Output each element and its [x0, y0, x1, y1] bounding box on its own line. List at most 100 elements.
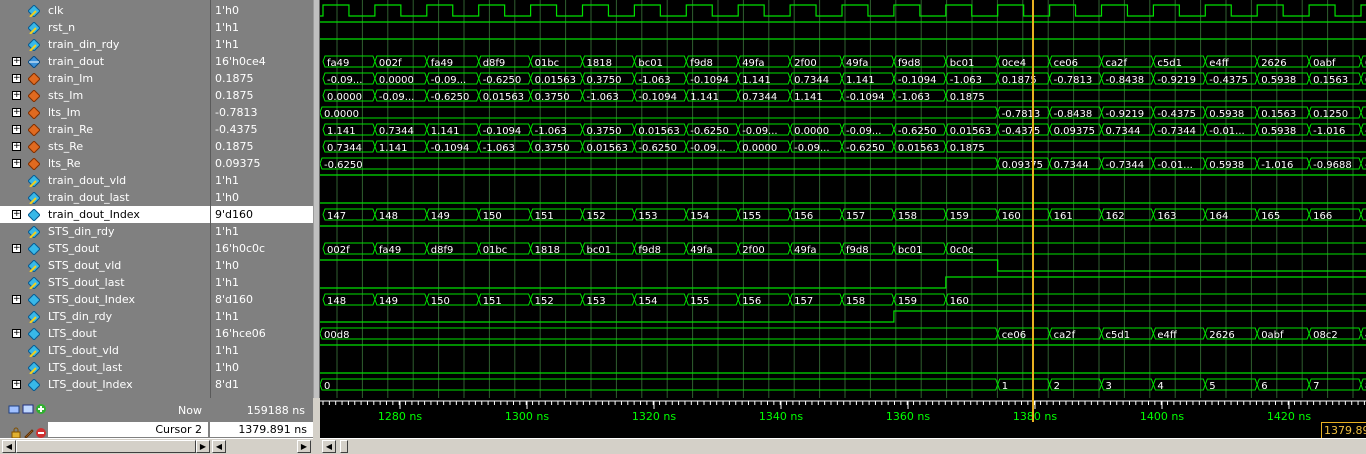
time-tick-label: 1340 ns [759, 410, 803, 423]
signal-value: 1'h0 [215, 191, 239, 204]
analog-bus-icon [28, 158, 40, 170]
expand-icon[interactable]: + [12, 210, 21, 219]
signal-value-row[interactable]: -0.7813 [211, 104, 314, 121]
signal-row[interactable]: + train_dout [0, 53, 210, 70]
bus-value-label: -0.1094 [431, 143, 470, 154]
analog-bus-icon [28, 107, 40, 119]
bus-value-label: 7 [1313, 381, 1319, 392]
bus-value-label: fa49 [431, 58, 453, 69]
expand-icon[interactable]: + [12, 74, 21, 83]
signal-row[interactable]: + STS_dout_Index [0, 291, 210, 308]
cursor-value-field[interactable]: 1379.891 ns [210, 422, 313, 437]
lock-cursor-icon[interactable] [10, 424, 22, 439]
signal-value-row[interactable]: 0.1875 [211, 87, 314, 104]
bus-value-label: 1.141 [327, 126, 356, 137]
expand-icon[interactable]: + [12, 244, 21, 253]
bus-value-label: 154 [638, 296, 657, 307]
signal-row[interactable]: STS_din_rdy [0, 223, 210, 240]
signal-value-row[interactable]: 1'h0 [211, 2, 314, 19]
pane-splitter[interactable] [313, 0, 320, 454]
expand-icon[interactable]: + [12, 295, 21, 304]
signal-row[interactable]: + STS_dout [0, 240, 210, 257]
signal-value-row[interactable]: 1'h0 [211, 359, 314, 376]
signal-row[interactable]: + lts_Re [0, 155, 210, 172]
timeline-ruler[interactable]: 1280 ns 1300 ns 1320 ns 1340 ns 1360 ns 1380 … [320, 398, 1366, 452]
signal-row[interactable]: LTS_dout_last [0, 359, 210, 376]
bus-value-label: 2f00 [794, 58, 817, 69]
signal-row[interactable]: + train_dout_Index [0, 206, 210, 223]
signal-value: 16'h0c0c [215, 242, 266, 255]
add-cursor-icon[interactable] [35, 400, 47, 414]
signal-row[interactable]: rst_n [0, 19, 210, 36]
signal-value-row[interactable]: 8'd160 [211, 291, 314, 308]
signal-row[interactable]: STS_dout_last [0, 274, 210, 291]
wave-scroll-thumb[interactable] [340, 440, 348, 453]
delete-cursor-icon[interactable] [35, 424, 47, 438]
signal-value-row[interactable]: 16'h0ce4 [211, 53, 314, 70]
bus-value-label: 08c2 [1313, 330, 1338, 341]
bus-value-label: e4ff [1157, 330, 1178, 341]
cursor-name-field[interactable]: Cursor 2 [48, 422, 208, 437]
expand-icon[interactable]: + [12, 108, 21, 117]
signal-row[interactable]: + lts_Im [0, 104, 210, 121]
signal-row[interactable]: + sts_Im [0, 87, 210, 104]
waveform-pane[interactable]: fa49 002f fa49 d8f9 01bc 1818 bc01 f9d8 49fa 2f00… [319, 0, 1366, 398]
signal-value-row[interactable]: 0.09375 [211, 155, 314, 172]
analog-bus-icon [28, 90, 40, 102]
signal-value-row[interactable]: 1'h1 [211, 172, 314, 189]
signal-value-row[interactable]: 1'h1 [211, 274, 314, 291]
waveform-canvas[interactable]: fa49 002f fa49 d8f9 01bc 1818 bc01 f9d8 49fa 2f00… [319, 0, 1366, 398]
value-scroll-right-arrow-icon[interactable]: ▶ [297, 440, 311, 453]
expand-icon[interactable]: + [12, 159, 21, 168]
signal-row[interactable]: STS_dout_vld [0, 257, 210, 274]
toolbar-view-icon[interactable] [8, 400, 20, 414]
signal-value-row[interactable]: 16'hce06 [211, 325, 314, 342]
expand-icon[interactable]: + [12, 142, 21, 151]
cursor-time-tag[interactable]: 1379.891 ns [1321, 422, 1366, 452]
signal-value-row[interactable]: 0.1875 [211, 70, 314, 87]
signal-value-row[interactable]: 1'h1 [211, 308, 314, 325]
name-pane-scrollbar[interactable]: ◀ ▶ ◀ ▶ [0, 438, 313, 454]
wave-pane-scrollbar[interactable]: ◀ [320, 438, 1366, 454]
signal-value-row[interactable]: 1'h1 [211, 36, 314, 53]
edit-cursor-icon[interactable] [23, 424, 35, 439]
expand-icon[interactable]: + [12, 380, 21, 389]
bus-value-label: 153 [587, 296, 606, 307]
value-scroll-left-arrow-icon[interactable]: ◀ [212, 440, 226, 453]
signal-row[interactable]: LTS_dout_vld [0, 342, 210, 359]
signal-value-row[interactable]: 1'h1 [211, 19, 314, 36]
scroll-right-arrow-icon[interactable]: ▶ [196, 440, 210, 453]
signal-row[interactable]: + train_Im [0, 70, 210, 87]
signal-row[interactable]: + LTS_dout [0, 325, 210, 342]
signal-row[interactable]: + LTS_dout_Index [0, 376, 210, 393]
expand-icon[interactable]: + [12, 125, 21, 134]
bus-value-label: -0.6250 [898, 126, 937, 137]
expand-icon[interactable]: + [12, 329, 21, 338]
signal-value-row[interactable]: 0.1875 [211, 138, 314, 155]
expand-icon[interactable]: + [12, 91, 21, 100]
signal-value-row[interactable]: 1'h1 [211, 342, 314, 359]
signal-row[interactable]: + sts_Re [0, 138, 210, 155]
signal-row[interactable]: + train_Re [0, 121, 210, 138]
signal-value-row[interactable]: 8'd1 [211, 376, 314, 393]
signal-row[interactable]: LTS_din_rdy [0, 308, 210, 325]
expand-icon[interactable]: + [12, 57, 21, 66]
signal-value-row[interactable]: 1'h0 [211, 189, 314, 206]
signal-row[interactable]: clk [0, 2, 210, 19]
signal-row[interactable]: train_dout_vld [0, 172, 210, 189]
signal-row[interactable]: train_dout_last [0, 189, 210, 206]
signal-name: STS_din_rdy [48, 225, 115, 238]
bus-value-label: 0.09375 [1054, 126, 1095, 137]
signal-value-row[interactable]: -0.4375 [211, 121, 314, 138]
wave-scroll-left-arrow-icon[interactable]: ◀ [322, 440, 336, 453]
signal-value-row[interactable]: 1'h0 [211, 257, 314, 274]
signal-value-row[interactable]: 1'h1 [211, 223, 314, 240]
toolbar-zoom-icon[interactable] [22, 400, 34, 414]
signal-row[interactable]: train_din_rdy [0, 36, 210, 53]
signal-value-row[interactable]: 9'd160 [211, 206, 314, 223]
logic-signal-icon [28, 226, 40, 238]
scroll-left-arrow-icon[interactable]: ◀ [2, 440, 16, 453]
signal-value-row[interactable]: 16'h0c0c [211, 240, 314, 257]
bus-value-label: 0.1875 [1002, 75, 1037, 86]
name-pane-scroll-thumb[interactable] [16, 440, 196, 453]
